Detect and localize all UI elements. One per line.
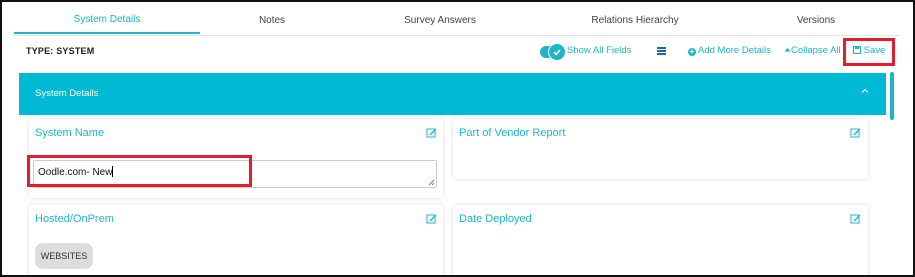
system-name-label: System Name xyxy=(35,127,105,139)
system-name-highlight-box xyxy=(27,155,252,187)
tab-relations-hierarchy[interactable]: Relations Hierarchy xyxy=(544,6,726,34)
system-details-section-header[interactable]: System Details xyxy=(19,73,886,115)
plus-circle-icon: + xyxy=(688,47,696,56)
collapse-all-label: Collapse All xyxy=(791,45,841,56)
save-highlight-box xyxy=(843,38,895,66)
tab-survey-answers[interactable]: Survey Answers xyxy=(364,6,516,34)
edit-icon[interactable] xyxy=(850,213,861,224)
tab-bar: System Details Notes Survey Answers Rela… xyxy=(14,6,904,36)
check-icon xyxy=(548,43,566,61)
tab-system-details[interactable]: System Details xyxy=(14,6,200,34)
date-deployed-label: Date Deployed xyxy=(459,213,532,225)
caret-up-icon xyxy=(784,48,791,52)
hosted-onprem-card: Hosted/OnPrem xyxy=(29,205,443,275)
tab-notes[interactable]: Notes xyxy=(204,6,340,34)
collapse-all-button[interactable]: Collapse All xyxy=(784,45,841,56)
resize-grip-icon[interactable] xyxy=(428,179,435,186)
edit-icon[interactable] xyxy=(426,127,437,138)
part-of-vendor-report-card: Part of Vendor Report xyxy=(453,119,868,179)
websites-chip[interactable]: WEBSITES xyxy=(35,243,93,269)
section-title: System Details xyxy=(35,88,99,99)
add-more-details-button[interactable]: + Add More Details xyxy=(688,45,771,56)
chevron-up-icon[interactable] xyxy=(860,86,870,96)
show-all-fields-toggle[interactable] xyxy=(540,43,566,61)
menu-icon[interactable] xyxy=(657,47,666,55)
part-of-vendor-report-label: Part of Vendor Report xyxy=(459,127,566,139)
show-all-fields-label[interactable]: Show All Fields xyxy=(567,45,631,56)
add-more-details-label: Add More Details xyxy=(698,45,771,56)
date-deployed-card: Date Deployed xyxy=(453,205,868,275)
hosted-onprem-label: Hosted/OnPrem xyxy=(35,213,114,225)
edit-icon[interactable] xyxy=(426,213,437,224)
tab-versions[interactable]: Versions xyxy=(754,6,878,34)
page-frame: System Details Notes Survey Answers Rela… xyxy=(0,0,915,277)
edit-icon[interactable] xyxy=(850,127,861,138)
type-label: TYPE: SYSTEM xyxy=(26,46,95,56)
scrollbar[interactable] xyxy=(890,72,894,120)
tabs-divider xyxy=(14,35,901,36)
